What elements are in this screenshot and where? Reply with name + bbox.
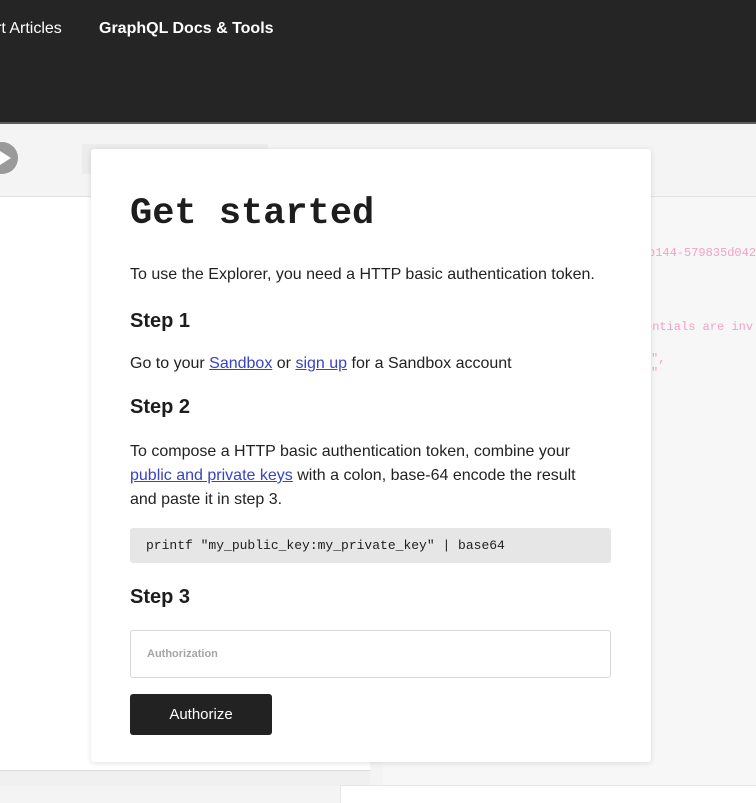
step1-text: Go to your Sandbox or sign up for a Sand…: [130, 353, 620, 375]
query-editor-footer: [0, 770, 370, 786]
authorization-input[interactable]: [130, 630, 611, 678]
step1-text-part: or: [272, 355, 296, 372]
play-icon: [0, 151, 11, 165]
sandbox-link[interactable]: Sandbox: [209, 355, 272, 372]
get-started-modal: Get started To use the Explorer, you nee…: [91, 149, 651, 762]
authorize-button[interactable]: Authorize: [130, 694, 272, 735]
intro-text: To use the Explorer, you need a HTTP bas…: [130, 266, 595, 283]
step1-text-part: Go to your: [130, 355, 210, 372]
base64-command: printf "my_public_key:my_private_key" | …: [146, 538, 505, 553]
step1-text-part: for a Sandbox account: [347, 355, 512, 372]
public-private-keys-link[interactable]: public and private keys: [130, 467, 293, 484]
base64-command-code-block: printf "my_public_key:my_private_key" | …: [130, 528, 611, 563]
step2-text-part: To compose a HTTP basic authentication t…: [130, 443, 570, 460]
sign-up-link[interactable]: sign up: [295, 355, 347, 372]
result-code-line: ",: [651, 352, 666, 366]
step2-heading: Step 2: [130, 396, 191, 418]
result-code-line: b144-579835d042: [648, 246, 756, 260]
step3-heading: Step 3: [130, 586, 191, 608]
modal-title: Get started: [130, 193, 375, 235]
nav-link-graphql-docs[interactable]: GraphQL Docs & Tools: [99, 20, 274, 38]
result-code-line: entials are inv: [645, 320, 754, 334]
step2-text: To compose a HTTP basic authentication t…: [130, 440, 600, 512]
variables-panel: [340, 785, 756, 803]
top-navigation-bar: rt Articles GraphQL Docs & Tools: [0, 0, 756, 122]
step1-heading: Step 1: [130, 310, 191, 332]
nav-link-articles[interactable]: rt Articles: [0, 20, 62, 38]
result-code-line: ": [651, 366, 659, 380]
